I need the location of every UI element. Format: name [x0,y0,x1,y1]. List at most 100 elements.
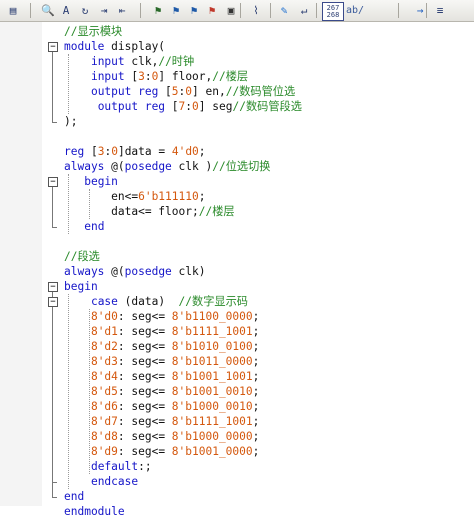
spell-icon[interactable]: ab/ [344,2,366,18]
code-line[interactable]: 8'd6: seg<= 8'b1000_0010; [64,399,259,414]
code-line[interactable]: //显示模块 [64,24,122,39]
hex-icon[interactable]: 267 268 [322,2,344,21]
number-token: 8'd9 [90,445,118,458]
text-token: [ [84,145,98,158]
line-number [0,234,38,249]
code-line[interactable]: 8'd4: seg<= 8'b1001_1001; [64,369,259,384]
text-token: ; [252,340,260,353]
text-token: ; [252,400,260,413]
toolbar-separator [140,3,141,18]
next-arrow-icon[interactable]: → [412,2,428,18]
number-token: 0 [111,145,118,158]
text-token: ; [252,310,260,323]
code-line[interactable]: 8'd3: seg<= 8'b1011_0000; [64,354,259,369]
line-number [0,189,38,204]
line-number [0,459,38,474]
pencil-icon[interactable]: ✎ [276,2,292,18]
code-line[interactable]: always @(posedge clk )//位选切换 [64,159,270,174]
code-line[interactable]: 8'd8: seg<= 8'b1000_0000; [64,429,259,444]
code-line[interactable]: //段选 [64,249,100,264]
fold-toggle-case[interactable]: − [48,297,58,307]
text-token: [ [124,70,139,83]
bookmark-next-icon[interactable]: ⚑ [168,2,184,18]
code-editor[interactable]: //显示模块 module display( input clk,//时钟 inp… [64,22,474,518]
line-number [0,54,38,69]
keyword-token: output reg [97,100,166,113]
line-number [0,489,38,504]
comment-token: //时钟 [158,55,195,68]
replace-icon[interactable]: ↻ [77,2,93,18]
find-icon[interactable]: 🔍 [40,2,56,18]
toolbar-separator [240,3,241,18]
code-line[interactable]: 8'd0: seg<= 8'b1100_0000; [64,309,259,324]
line-number [0,249,38,264]
code-line[interactable]: 8'd5: seg<= 8'b1001_0010; [64,384,259,399]
code-line[interactable]: 8'd7: seg<= 8'b1111_1001; [64,414,259,429]
line-number [0,414,38,429]
code-line[interactable]: 8'd9: seg<= 8'b1001_0000; [64,444,259,459]
text-token: ; [252,355,260,368]
code-line[interactable]: endcase [64,474,138,489]
comment-token: //位选切换 [212,160,271,173]
text-token: (data) [117,295,179,308]
save-icon[interactable]: ▣ [223,2,239,18]
keyword-token: reg [64,145,85,158]
indent-guide [68,54,69,114]
line-number [0,429,38,444]
find-replace-icon[interactable]: A [58,2,74,18]
line-number [0,219,38,234]
fold-toggle-begin-2[interactable]: − [48,282,58,292]
text-token: ; [198,145,206,158]
paperclip-icon[interactable]: ⌇ [248,2,264,18]
code-line[interactable]: end [64,219,104,234]
text-token: :; [138,460,152,473]
code-line[interactable]: endmodule [64,504,125,519]
code-line[interactable]: module display( [64,39,165,54]
bookmark-prev-icon[interactable]: ⚑ [186,2,202,18]
fold-end-marker [52,482,57,483]
text-token: data<= floor; [64,205,199,218]
code-line[interactable]: en<=6'b111110; [64,189,205,204]
fold-toggle-module[interactable]: − [48,42,58,52]
project-icon[interactable]: ▤ [5,2,21,18]
fold-end-marker [52,227,57,228]
keyword-token: begin [84,175,118,188]
code-line[interactable]: output reg [7:0] seg//数码管段选 [64,99,302,114]
outdent-icon[interactable]: ⇤ [114,2,130,18]
code-line[interactable]: output reg [5:0] en,//数码管位选 [64,84,295,99]
text-token: @( [104,160,125,173]
code-line[interactable]: 8'd2: seg<= 8'b1010_0100; [64,339,259,354]
list-icon[interactable]: ≡ [432,2,448,18]
code-line[interactable]: default:; [64,459,152,474]
indent-icon[interactable]: ⇥ [96,2,112,18]
code-line[interactable]: ); [64,114,77,129]
fold-range-line [52,292,53,497]
number-token: 8'b1001_0000 [171,445,253,458]
code-line[interactable]: begin [64,174,118,189]
bookmark-toggle-icon[interactable]: ⚑ [150,2,166,18]
text-token: display( [104,40,166,53]
code-line[interactable]: reg [3:0]data = 4'd0; [64,144,206,159]
keyword-token: begin [64,280,98,293]
number-token: 0 [192,100,199,113]
text-token: ] floor, [158,70,213,83]
code-line[interactable]: begin [64,279,98,294]
keyword-token: case [90,295,118,308]
code-line[interactable]: always @(posedge clk) [64,264,205,279]
code-line[interactable]: end [64,489,84,504]
text-token: : seg<= [117,340,172,353]
code-line[interactable]: input [3:0] floor,//楼层 [64,69,248,84]
number-token: 5 [171,85,179,98]
code-line[interactable]: input clk,//时钟 [64,54,194,69]
fold-toggle-begin[interactable]: − [48,177,58,187]
line-number [0,444,38,459]
code-line[interactable]: 8'd1: seg<= 8'b1111_1001; [64,324,259,339]
number-token: 8'd1 [90,325,118,338]
bookmark-clear-icon[interactable]: ⚑ [204,2,220,18]
code-line[interactable]: case (data) //数字显示码 [64,294,248,309]
line-number [0,264,38,279]
text-token: ; [252,415,260,428]
comment-token: //数码管段选 [232,100,302,113]
word-wrap-icon[interactable]: ↵ [296,2,312,18]
